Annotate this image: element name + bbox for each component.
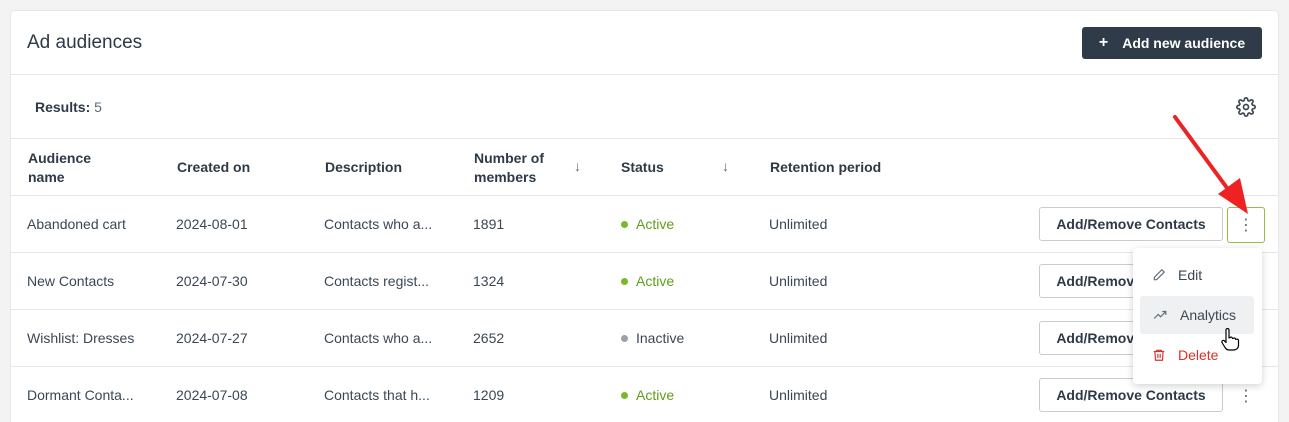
menu-item-label: Analytics (1180, 307, 1237, 323)
description: Contacts regist... (324, 273, 430, 289)
member-count: 1324 (473, 273, 505, 289)
column-created-on[interactable]: Created on (177, 158, 250, 177)
results-label: Results: (35, 99, 91, 115)
table-row: Abandoned cart 2024-08-01 Contacts who a… (11, 196, 1278, 253)
row-actions-menu: Edit Analytics Delete (1133, 248, 1262, 384)
results-value: 5 (94, 99, 102, 115)
hand-cursor-icon (1221, 328, 1240, 351)
member-count: 1891 (473, 216, 505, 232)
status-badge: Active (621, 387, 674, 403)
menu-item-label: Delete (1178, 347, 1219, 363)
trending-up-icon (1153, 310, 1167, 319)
column-label: members (474, 169, 537, 185)
page-title: Ad audiences (27, 32, 143, 53)
description: Contacts who a... (324, 330, 433, 346)
table-row: New Contacts 2024-07-30 Contacts regist.… (11, 253, 1278, 310)
retention-period: Unlimited (769, 330, 828, 346)
audience-name[interactable]: New Contacts (27, 273, 114, 289)
add-new-audience-label: Add new audience (1122, 35, 1246, 51)
status-badge: Active (621, 216, 674, 232)
column-audience-name[interactable]: Audience name (28, 149, 91, 187)
audiences-card: Ad audiences + Add new audience Results:… (11, 11, 1278, 422)
audience-name[interactable]: Abandoned cart (27, 216, 126, 232)
status-dot-icon (621, 220, 628, 228)
table-row: Wishlist: Dresses 2024-07-27 Contacts wh… (11, 310, 1278, 367)
status-dot-icon (621, 334, 628, 342)
plus-icon: + (1098, 34, 1109, 51)
card-header: Ad audiences + Add new audience (11, 11, 1278, 75)
results-bar: Results: 5 (11, 75, 1278, 139)
column-status[interactable]: Status (621, 158, 664, 177)
column-label: Audience (28, 150, 92, 166)
member-count: 1209 (473, 387, 505, 403)
created-on: 2024-07-27 (176, 330, 248, 346)
sort-arrow-icon[interactable]: ↓ (574, 158, 581, 174)
description: Contacts that h... (324, 387, 430, 403)
status-dot-icon (621, 391, 628, 399)
trash-icon (1153, 349, 1165, 361)
status-badge: Active (621, 273, 674, 289)
status-badge: Inactive (621, 330, 684, 346)
table-row: Dormant Conta... 2024-07-08 Contacts tha… (11, 367, 1278, 422)
retention-period: Unlimited (769, 273, 828, 289)
menu-item-label: Edit (1178, 267, 1203, 283)
add-new-audience-button[interactable]: + Add new audience (1082, 27, 1262, 59)
created-on: 2024-07-08 (176, 387, 248, 403)
column-label: Number of (474, 150, 544, 166)
status-label: Inactive (636, 330, 685, 346)
audience-name[interactable]: Wishlist: Dresses (27, 330, 134, 346)
status-label: Active (636, 387, 675, 403)
annotation-arrow (1173, 115, 1248, 214)
column-retention-period[interactable]: Retention period (770, 158, 881, 177)
sort-arrow-icon[interactable]: ↓ (722, 158, 729, 174)
table-header: Audience name Created on Description Num… (11, 139, 1278, 196)
column-number-of-members[interactable]: Number of members (474, 149, 544, 187)
audience-name[interactable]: Dormant Conta... (27, 387, 134, 403)
status-label: Active (636, 273, 675, 289)
column-description[interactable]: Description (325, 158, 402, 177)
status-label: Active (636, 216, 675, 232)
created-on: 2024-08-01 (176, 216, 248, 232)
description: Contacts who a... (324, 216, 433, 232)
pencil-icon (1153, 268, 1166, 281)
retention-period: Unlimited (769, 387, 828, 403)
created-on: 2024-07-30 (176, 273, 248, 289)
retention-period: Unlimited (769, 216, 828, 232)
results-count: Results: 5 (35, 99, 102, 115)
status-dot-icon (621, 277, 628, 285)
column-label: name (28, 169, 65, 185)
menu-item-edit[interactable]: Edit (1140, 256, 1254, 294)
member-count: 2652 (473, 330, 505, 346)
